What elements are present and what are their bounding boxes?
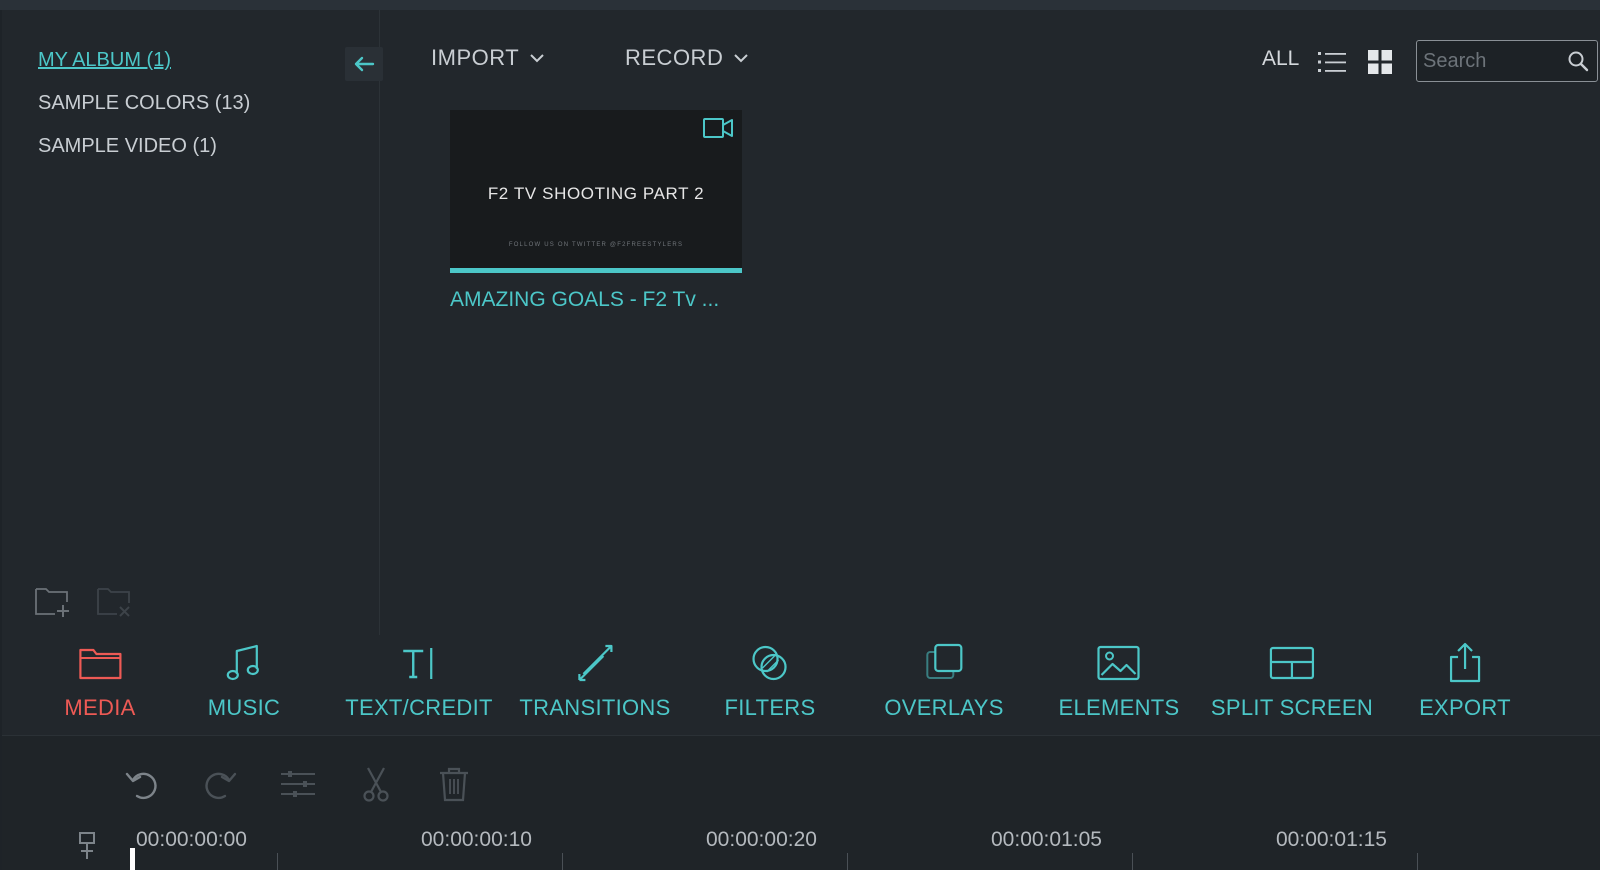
- category-label: MUSIC: [207, 695, 281, 720]
- delete-button[interactable]: [434, 764, 474, 804]
- category-label: TRANSITIONS: [519, 695, 671, 720]
- folder-tools: [32, 582, 136, 620]
- delete-folder-button[interactable]: [94, 582, 136, 620]
- category-transitions[interactable]: TRANSITIONS: [519, 635, 670, 735]
- transitions-icon: [577, 644, 613, 682]
- adjust-button[interactable]: [278, 764, 318, 804]
- timecode-label: 00:00:00:00: [136, 828, 247, 851]
- record-label: RECORD: [625, 45, 724, 70]
- ruler-tick: [847, 853, 848, 870]
- search-box: [1416, 40, 1598, 82]
- filters-icon: [752, 645, 788, 681]
- text-icon: [403, 648, 433, 679]
- thumbnail-selected-bar: [450, 268, 742, 273]
- category-label: TEXT/CREDIT: [345, 695, 493, 720]
- media-item-name: AMAZING GOALS - F2 Tv ...: [450, 288, 720, 311]
- media-thumbnail: F2 TV SHOOTING PART 2 FOLLOW US ON TWITT…: [450, 110, 742, 268]
- redo-button[interactable]: [200, 764, 240, 804]
- overlays-icon: [926, 643, 963, 679]
- category-label: MEDIA: [64, 695, 136, 720]
- video-camera-icon: [703, 118, 733, 138]
- timecode-label: 00:00:01:05: [991, 828, 1102, 851]
- list-view-button[interactable]: [1314, 44, 1350, 80]
- album-item-sample-video[interactable]: SAMPLE VIDEO (1): [38, 132, 250, 175]
- ruler-tick: [277, 853, 278, 870]
- cut-button[interactable]: [356, 764, 396, 804]
- category-elements[interactable]: ELEMENTS: [1059, 635, 1180, 735]
- image-icon: [1097, 645, 1141, 681]
- category-label: SPLIT SCREEN: [1210, 695, 1374, 720]
- media-item[interactable]: F2 TV SHOOTING PART 2 FOLLOW US ON TWITT…: [450, 110, 742, 312]
- category-export[interactable]: EXPORT: [1419, 635, 1511, 735]
- category-label: EXPORT: [1419, 695, 1511, 720]
- split-screen-icon: [1269, 646, 1315, 680]
- chevron-down-icon: [734, 54, 749, 63]
- search-icon: [1568, 51, 1589, 72]
- folder-add-icon: [35, 588, 69, 617]
- search-input[interactable]: [1417, 42, 1559, 80]
- import-label: IMPORT: [431, 45, 520, 70]
- chevron-down-icon: [530, 54, 544, 63]
- thumbnail-subtitle: FOLLOW US ON TWITTER @F2FREESTYLERS: [508, 242, 684, 248]
- export-icon: [1449, 642, 1481, 683]
- grid-icon: [1368, 50, 1392, 74]
- undo-icon: [125, 772, 157, 800]
- grid-view-button[interactable]: [1362, 44, 1398, 80]
- sliders-icon: [281, 771, 315, 797]
- folder-remove-icon: [97, 588, 130, 617]
- category-music[interactable]: MUSIC: [208, 635, 280, 735]
- timecode-label: 00:00:00:20: [706, 828, 817, 851]
- ruler-tick: [1417, 853, 1418, 870]
- music-note-icon: [226, 644, 260, 681]
- thumbnail-title: F2 TV SHOOTING PART 2: [487, 184, 705, 203]
- category-overlays[interactable]: OVERLAYS: [884, 635, 1003, 735]
- album-panel: MY ALBUM (1) SAMPLE COLORS (13) SAMPLE V…: [2, 10, 383, 635]
- playhead[interactable]: [130, 848, 135, 870]
- category-text-credit[interactable]: TEXT/CREDIT: [345, 635, 493, 735]
- category-split-screen[interactable]: SPLIT SCREEN: [1211, 635, 1373, 735]
- media-toolbar: IMPORT RECORD ALL: [380, 40, 1600, 84]
- timeline-tools: [122, 764, 474, 804]
- category-toolbar: MEDIA MUSIC TEXT/CREDIT TRANSITIONS FILT…: [2, 635, 1600, 735]
- category-label: FILTERS: [724, 695, 816, 720]
- ruler-tick: [1132, 853, 1133, 870]
- category-filters[interactable]: FILTERS: [725, 635, 816, 735]
- category-media[interactable]: MEDIA: [64, 635, 135, 735]
- window-top-strip: [0, 0, 1600, 10]
- redo-icon: [205, 772, 237, 800]
- category-label: ELEMENTS: [1058, 695, 1180, 720]
- arrow-left-icon: [354, 56, 375, 72]
- timeline-settings-icon[interactable]: [77, 831, 99, 861]
- scissors-icon: [363, 767, 389, 802]
- list-icon: [1318, 52, 1346, 72]
- search-button[interactable]: [1559, 42, 1597, 80]
- import-dropdown[interactable]: IMPORT: [431, 45, 545, 71]
- album-item-my-album[interactable]: MY ALBUM (1): [38, 46, 250, 89]
- undo-button[interactable]: [122, 764, 162, 804]
- video-editor-app: MY ALBUM (1) SAMPLE COLORS (13) SAMPLE V…: [2, 10, 1600, 870]
- timeline-panel: 00:00:00:00 00:00:00:10 00:00:00:20 00:0…: [2, 735, 1600, 870]
- trash-icon: [440, 767, 468, 802]
- timecode-label: 00:00:01:15: [1276, 828, 1387, 851]
- album-item-sample-colors[interactable]: SAMPLE COLORS (13): [38, 89, 250, 132]
- new-folder-button[interactable]: [32, 582, 74, 620]
- record-dropdown[interactable]: RECORD: [625, 45, 749, 71]
- folder-icon: [78, 648, 122, 680]
- timecode-label: 00:00:00:10: [421, 828, 532, 851]
- filter-all-button[interactable]: ALL: [1262, 47, 1299, 71]
- album-list: MY ALBUM (1) SAMPLE COLORS (13) SAMPLE V…: [38, 46, 250, 175]
- collapse-panel-button[interactable]: [345, 47, 383, 81]
- category-label: OVERLAYS: [884, 695, 1004, 720]
- ruler-tick: [562, 853, 563, 870]
